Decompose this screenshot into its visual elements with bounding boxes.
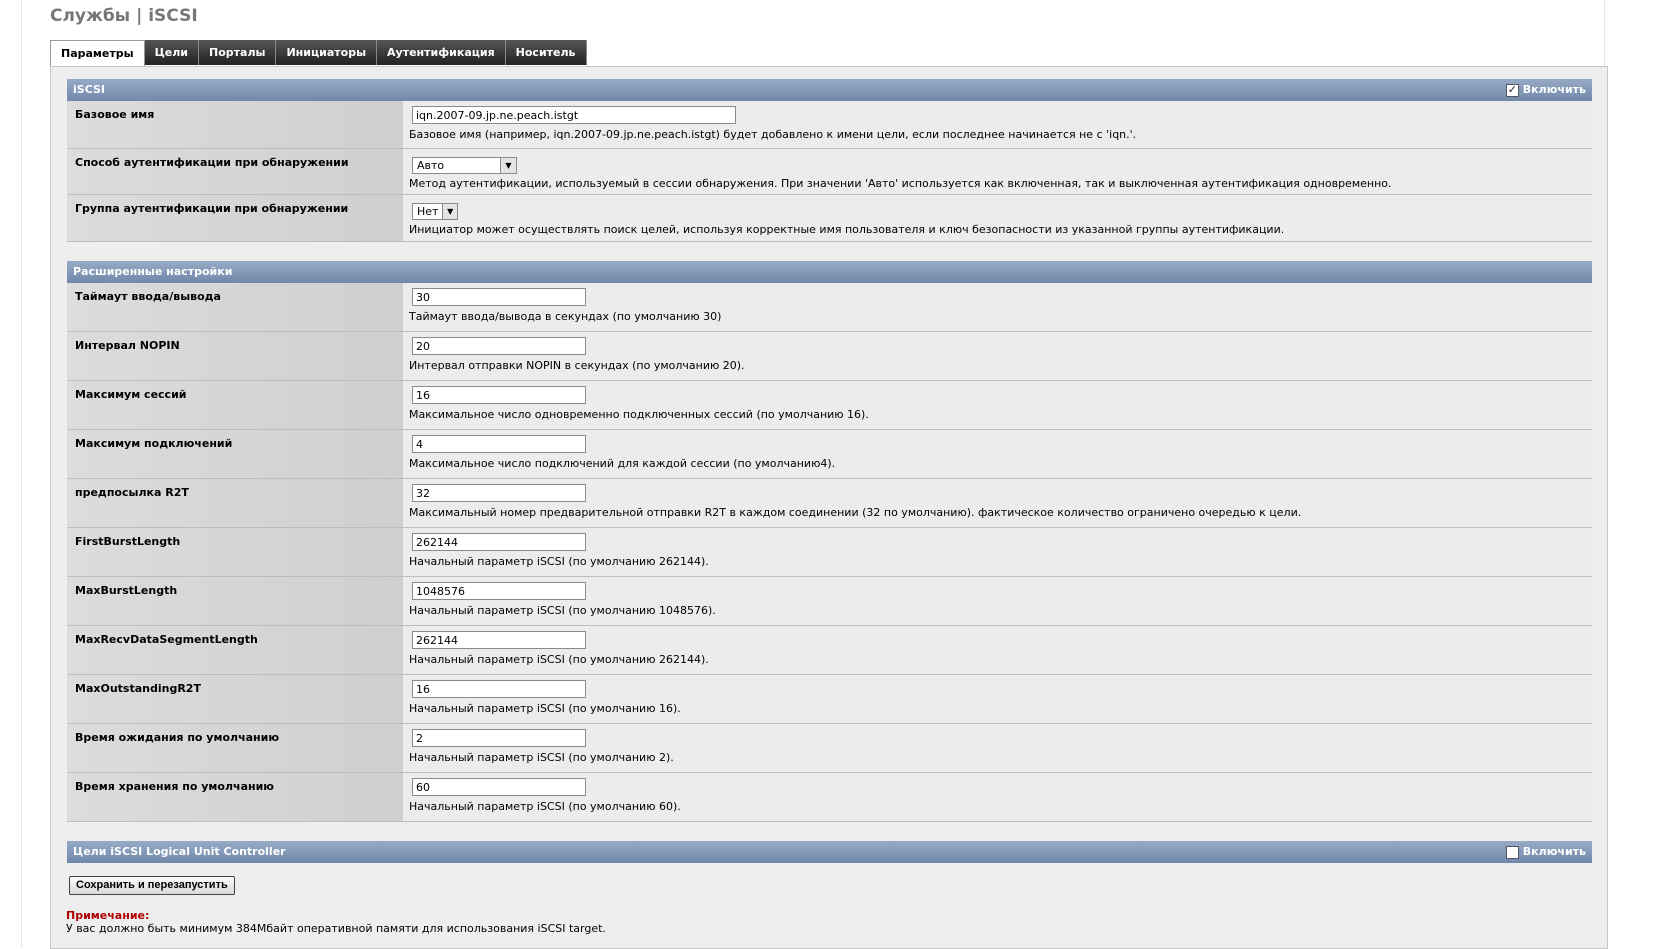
- default-retain-time-input[interactable]: [412, 778, 586, 796]
- luc-enable-label: Включить: [1522, 845, 1586, 858]
- chevron-down-icon: ▼: [442, 204, 457, 219]
- max-burst-length-input[interactable]: [412, 582, 586, 600]
- discovery-auth-method-hint: Метод аутентификации, используемый в сес…: [409, 177, 1392, 190]
- discovery-auth-method-label: Способ аутентификации при обнаружении: [67, 149, 403, 194]
- max-sessions-row: Максимум сессий Максимальное число однов…: [67, 381, 1592, 430]
- iscsi-enable-label: Включить: [1522, 83, 1586, 96]
- max-recv-data-segment-length-label: MaxRecvDataSegmentLength: [67, 626, 403, 674]
- page-title: Службы | iSCSI: [50, 6, 198, 26]
- save-and-restart-button[interactable]: Сохранить и перезапустить: [69, 876, 235, 895]
- note-text: У вас должно быть минимум 384Мбайт опера…: [66, 922, 606, 935]
- nopin-interval-row: Интервал NOPIN Интервал отправки NOPIN в…: [67, 332, 1592, 381]
- max-outstanding-r2t-row: MaxOutstandingR2T Начальный параметр iSC…: [67, 675, 1592, 724]
- default-wait-time-hint: Начальный параметр iSCSI (по умолчанию 2…: [409, 751, 674, 764]
- first-burst-length-hint: Начальный параметр iSCSI (по умолчанию 2…: [409, 555, 709, 568]
- max-connections-label: Максимум подключений: [67, 430, 403, 478]
- iscsi-enable-checkbox[interactable]: [1505, 82, 1519, 98]
- max-sessions-hint: Максимальное число одновременно подключе…: [409, 408, 869, 421]
- max-connections-input[interactable]: [412, 435, 586, 453]
- max-sessions-input[interactable]: [412, 386, 586, 404]
- discovery-auth-group-label: Группа аутентификации при обнаружении: [67, 195, 403, 241]
- default-retain-time-label: Время хранения по умолчанию: [67, 773, 403, 821]
- nopin-interval-hint: Интервал отправки NOPIN в секундах (по у…: [409, 359, 745, 372]
- base-name-row: Базовое имя Базовое имя (например, iqn.2…: [67, 101, 1592, 149]
- max-outstanding-r2t-label: MaxOutstandingR2T: [67, 675, 403, 723]
- tab-bar: Параметры Цели Порталы Инициаторы Аутент…: [50, 40, 587, 67]
- tab-parameters[interactable]: Параметры: [50, 40, 145, 67]
- iscsi-enable-control[interactable]: Включить: [1505, 82, 1586, 98]
- r2t-prefetch-label: предпосылка R2T: [67, 479, 403, 527]
- luc-section-header: Цели iSCSI Logical Unit Controller Включ…: [67, 841, 1592, 863]
- default-wait-time-input[interactable]: [412, 729, 586, 747]
- max-recv-data-segment-length-input[interactable]: [412, 631, 586, 649]
- io-timeout-hint: Таймаут ввода/вывода в секундах (по умол…: [409, 310, 722, 323]
- r2t-prefetch-hint: Максимальный номер предварительной отпра…: [409, 506, 1302, 519]
- luc-enable-control[interactable]: Включить: [1505, 844, 1586, 860]
- discovery-auth-group-row: Группа аутентификации при обнаружении Не…: [67, 195, 1592, 242]
- r2t-prefetch-row: предпосылка R2T Максимальный номер предв…: [67, 479, 1592, 528]
- max-burst-length-label: MaxBurstLength: [67, 577, 403, 625]
- first-burst-length-label: FirstBurstLength: [67, 528, 403, 576]
- iscsi-section-header: iSCSI Включить: [67, 79, 1592, 101]
- tab-authentication[interactable]: Аутентификация: [377, 40, 506, 65]
- iscsi-section-title: iSCSI: [73, 83, 105, 96]
- note-title: Примечание:: [66, 909, 150, 922]
- nopin-interval-input[interactable]: [412, 337, 586, 355]
- chevron-down-icon: ▼: [500, 158, 516, 173]
- discovery-auth-group-value: Нет: [417, 205, 439, 218]
- default-retain-time-row: Время хранения по умолчанию Начальный па…: [67, 773, 1592, 822]
- discovery-auth-method-row: Способ аутентификации при обнаружении Ав…: [67, 149, 1592, 195]
- settings-panel: iSCSI Включить Базовое имя Базовое имя (…: [50, 66, 1608, 949]
- max-connections-row: Максимум подключений Максимальное число …: [67, 430, 1592, 479]
- luc-enable-checkbox[interactable]: [1505, 845, 1519, 859]
- tab-initiators[interactable]: Инициаторы: [276, 40, 378, 65]
- advanced-section-header: Расширенные настройки: [67, 261, 1592, 283]
- default-retain-time-hint: Начальный параметр iSCSI (по умолчанию 6…: [409, 800, 681, 813]
- nopin-interval-label: Интервал NOPIN: [67, 332, 403, 380]
- max-sessions-label: Максимум сессий: [67, 381, 403, 429]
- io-timeout-input[interactable]: [412, 288, 586, 306]
- max-outstanding-r2t-input[interactable]: [412, 680, 586, 698]
- first-burst-length-row: FirstBurstLength Начальный параметр iSCS…: [67, 528, 1592, 577]
- r2t-prefetch-input[interactable]: [412, 484, 586, 502]
- discovery-auth-method-select[interactable]: Авто ▼: [412, 157, 517, 174]
- io-timeout-row: Таймаут ввода/вывода Таймаут ввода/вывод…: [67, 283, 1592, 332]
- max-outstanding-r2t-hint: Начальный параметр iSCSI (по умолчанию 1…: [409, 702, 681, 715]
- max-connections-hint: Максимальное число подключений для каждо…: [409, 457, 836, 470]
- tab-targets[interactable]: Цели: [144, 40, 200, 65]
- luc-section-title: Цели iSCSI Logical Unit Controller: [73, 845, 286, 858]
- io-timeout-label: Таймаут ввода/вывода: [67, 283, 403, 331]
- max-burst-length-hint: Начальный параметр iSCSI (по умолчанию 1…: [409, 604, 716, 617]
- base-name-hint: Базовое имя (например, iqn.2007-09.jp.ne…: [409, 128, 1137, 141]
- first-burst-length-input[interactable]: [412, 533, 586, 551]
- base-name-label: Базовое имя: [67, 101, 403, 148]
- default-wait-time-row: Время ожидания по умолчанию Начальный па…: [67, 724, 1592, 773]
- max-burst-length-row: MaxBurstLength Начальный параметр iSCSI …: [67, 577, 1592, 626]
- advanced-section-title: Расширенные настройки: [73, 265, 233, 278]
- max-recv-data-segment-length-row: MaxRecvDataSegmentLength Начальный парам…: [67, 626, 1592, 675]
- default-wait-time-label: Время ожидания по умолчанию: [67, 724, 403, 772]
- discovery-auth-method-value: Авто: [417, 159, 445, 172]
- max-recv-data-segment-length-hint: Начальный параметр iSCSI (по умолчанию 2…: [409, 653, 709, 666]
- tab-portals[interactable]: Порталы: [199, 40, 277, 65]
- discovery-auth-group-hint: Инициатор может осуществлять поиск целей…: [409, 223, 1285, 236]
- discovery-auth-group-select[interactable]: Нет ▼: [412, 203, 458, 220]
- base-name-input[interactable]: [412, 106, 736, 124]
- tab-media[interactable]: Носитель: [505, 40, 587, 65]
